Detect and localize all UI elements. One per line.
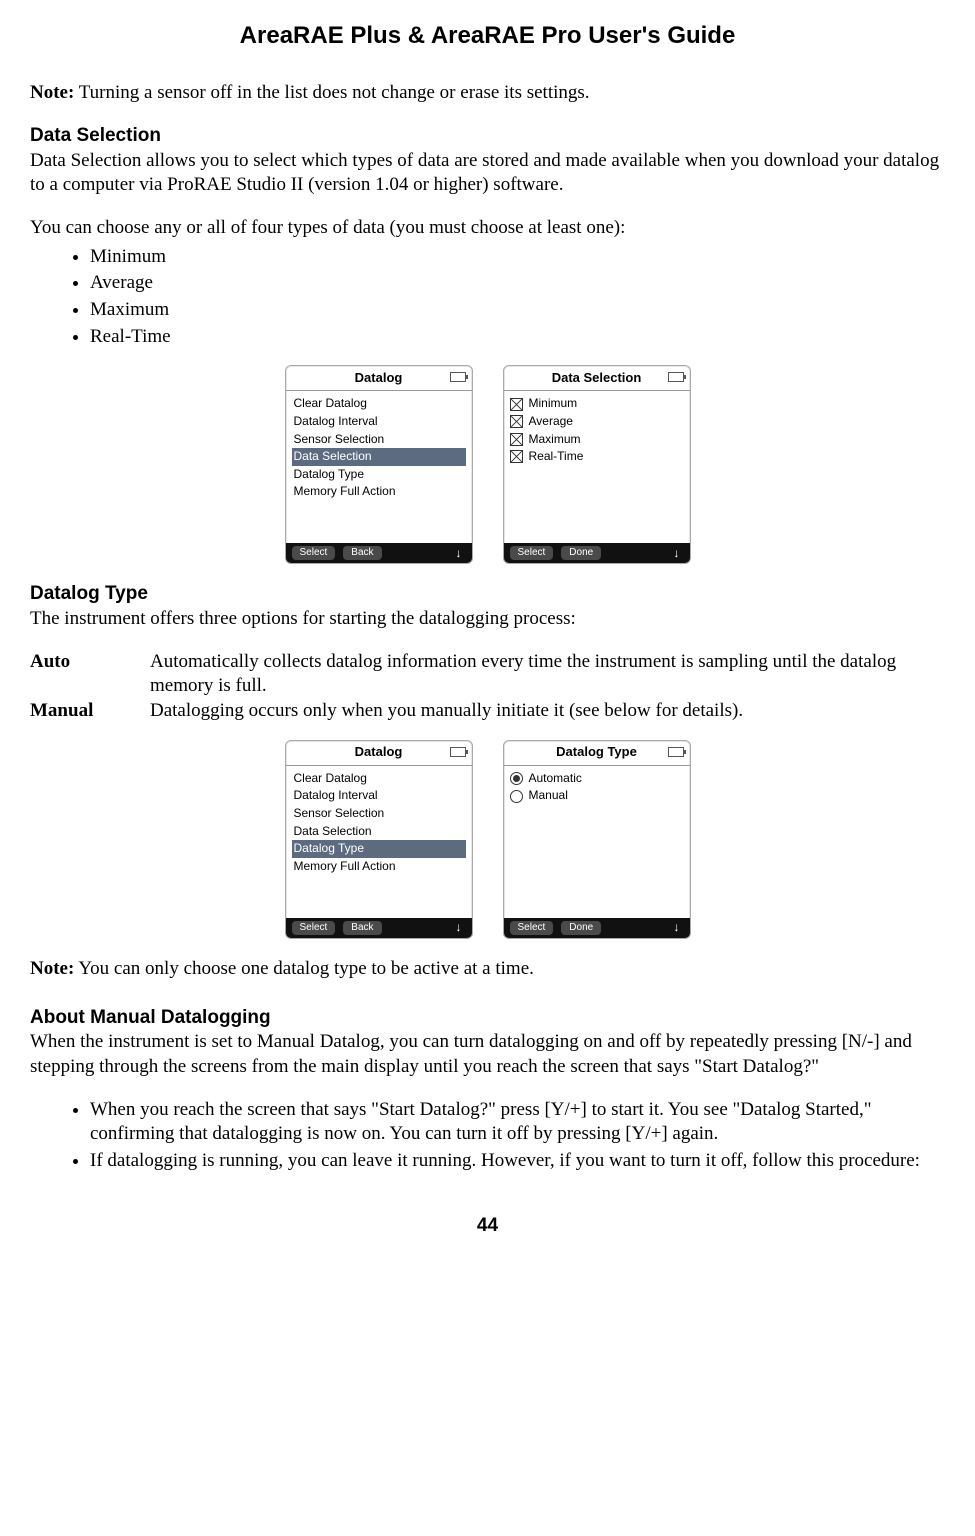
checkbox-icon	[510, 433, 523, 446]
note-text: Turning a sensor off in the list does no…	[74, 82, 589, 103]
device-screen-datalog-type: Datalog Type Automatic Manual Select Don…	[503, 740, 691, 939]
device-body: Clear Datalog Datalog Interval Sensor Se…	[286, 391, 472, 543]
radio-label: Manual	[529, 788, 568, 804]
menu-item[interactable]: Clear Datalog	[292, 395, 466, 413]
device-title: Datalog	[355, 744, 403, 761]
radio-icon	[510, 772, 523, 785]
def-term-auto: Auto	[30, 650, 150, 699]
note-one-datalog-type: Note: You can only choose one datalog ty…	[30, 957, 945, 982]
device-footer: Select Back ↓	[286, 543, 472, 563]
def-text-manual: Datalogging occurs only when you manuall…	[150, 699, 945, 724]
arrow-down-icon[interactable]: ↓	[456, 546, 466, 562]
menu-item[interactable]: Sensor Selection	[292, 431, 466, 449]
device-body: Automatic Manual	[504, 766, 690, 918]
menu-item[interactable]: Data Selection	[292, 823, 466, 841]
checkbox-label: Minimum	[529, 396, 578, 412]
list-item: Real-Time	[90, 325, 945, 350]
page-number: 44	[30, 1214, 945, 1239]
screenshot-pair-data-selection: Datalog Clear Datalog Datalog Interval S…	[30, 365, 945, 564]
checkbox-row[interactable]: Maximum	[510, 431, 684, 449]
data-selection-bullets: Minimum Average Maximum Real-Time	[60, 245, 945, 350]
checkbox-row[interactable]: Average	[510, 413, 684, 431]
datalog-type-intro: The instrument offers three options for …	[30, 607, 945, 632]
heading-manual-datalogging: About Manual Datalogging	[30, 1006, 945, 1031]
device-footer: Select Back ↓	[286, 918, 472, 938]
soft-button-back[interactable]: Back	[343, 546, 381, 560]
device-screen-data-selection: Data Selection Minimum Average Maximum R…	[503, 365, 691, 564]
heading-data-selection: Data Selection	[30, 124, 945, 149]
device-header: Datalog Type	[504, 741, 690, 766]
soft-button-select[interactable]: Select	[292, 921, 336, 935]
checkbox-label: Maximum	[529, 432, 581, 448]
manual-datalog-bullets: When you reach the screen that says "Sta…	[60, 1098, 945, 1174]
heading-datalog-type: Datalog Type	[30, 582, 945, 607]
datalog-type-definitions: Auto Automatically collects datalog info…	[30, 650, 945, 724]
battery-icon	[450, 372, 466, 382]
note-text: You can only choose one datalog type to …	[74, 958, 534, 979]
note-sensor-off: Note: Turning a sensor off in the list d…	[30, 81, 945, 106]
arrow-down-icon[interactable]: ↓	[674, 546, 684, 562]
checkbox-label: Real-Time	[529, 449, 584, 465]
device-footer: Select Done ↓	[504, 918, 690, 938]
device-footer: Select Done ↓	[504, 543, 690, 563]
checkbox-row[interactable]: Minimum	[510, 395, 684, 413]
checkbox-icon	[510, 450, 523, 463]
device-title: Data Selection	[552, 370, 642, 387]
menu-item[interactable]: Datalog Interval	[292, 787, 466, 805]
menu-item[interactable]: Memory Full Action	[292, 483, 466, 501]
device-screen-datalog-2: Datalog Clear Datalog Datalog Interval S…	[285, 740, 473, 939]
device-title: Datalog Type	[556, 744, 637, 761]
radio-icon	[510, 790, 523, 803]
soft-button-select[interactable]: Select	[510, 921, 554, 935]
list-item: Minimum	[90, 245, 945, 270]
arrow-down-icon[interactable]: ↓	[456, 920, 466, 936]
menu-item[interactable]: Datalog Type	[292, 466, 466, 484]
note-label: Note:	[30, 958, 74, 979]
device-title: Datalog	[355, 370, 403, 387]
def-text-auto: Automatically collects datalog informati…	[150, 650, 945, 699]
arrow-down-icon[interactable]: ↓	[674, 920, 684, 936]
checkbox-icon	[510, 415, 523, 428]
menu-item[interactable]: Memory Full Action	[292, 858, 466, 876]
device-body: Clear Datalog Datalog Interval Sensor Se…	[286, 766, 472, 918]
device-header: Datalog	[286, 366, 472, 391]
checkbox-icon	[510, 398, 523, 411]
device-body: Minimum Average Maximum Real-Time	[504, 391, 690, 543]
menu-item[interactable]: Clear Datalog	[292, 770, 466, 788]
soft-button-select[interactable]: Select	[292, 546, 336, 560]
def-term-manual: Manual	[30, 699, 150, 724]
radio-label: Automatic	[529, 771, 582, 787]
device-header: Datalog	[286, 741, 472, 766]
battery-icon	[450, 747, 466, 757]
list-item: Average	[90, 271, 945, 296]
page-title: AreaRAE Plus & AreaRAE Pro User's Guide	[30, 20, 945, 51]
menu-item-selected[interactable]: Datalog Type	[292, 840, 466, 858]
menu-item-selected[interactable]: Data Selection	[292, 448, 466, 466]
checkbox-row[interactable]: Real-Time	[510, 448, 684, 466]
battery-icon	[668, 372, 684, 382]
soft-button-select[interactable]: Select	[510, 546, 554, 560]
note-label: Note:	[30, 82, 74, 103]
device-screen-datalog-1: Datalog Clear Datalog Datalog Interval S…	[285, 365, 473, 564]
data-selection-p2: You can choose any or all of four types …	[30, 216, 945, 241]
data-selection-p1: Data Selection allows you to select whic…	[30, 149, 945, 198]
soft-button-done[interactable]: Done	[561, 546, 601, 560]
radio-row[interactable]: Automatic	[510, 770, 684, 788]
soft-button-done[interactable]: Done	[561, 921, 601, 935]
battery-icon	[668, 747, 684, 757]
checkbox-label: Average	[529, 414, 573, 430]
manual-datalog-p1: When the instrument is set to Manual Dat…	[30, 1030, 945, 1079]
menu-item[interactable]: Datalog Interval	[292, 413, 466, 431]
radio-row[interactable]: Manual	[510, 787, 684, 805]
device-header: Data Selection	[504, 366, 690, 391]
list-item: Maximum	[90, 298, 945, 323]
list-item: If datalogging is running, you can leave…	[90, 1149, 945, 1174]
list-item: When you reach the screen that says "Sta…	[90, 1098, 945, 1147]
screenshot-pair-datalog-type: Datalog Clear Datalog Datalog Interval S…	[30, 740, 945, 939]
menu-item[interactable]: Sensor Selection	[292, 805, 466, 823]
soft-button-back[interactable]: Back	[343, 921, 381, 935]
